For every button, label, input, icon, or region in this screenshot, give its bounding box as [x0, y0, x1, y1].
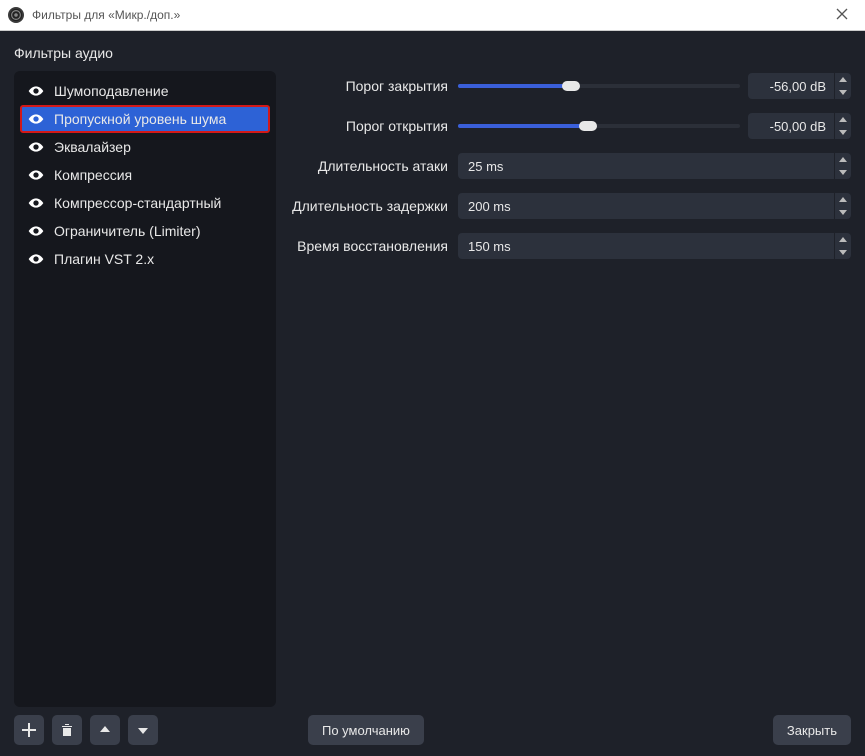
release-label: Время восстановления	[288, 238, 458, 254]
close-button[interactable]: Закрыть	[773, 715, 851, 745]
attack-value[interactable]: 25 ms	[458, 153, 834, 179]
filter-equalizer[interactable]: Эквалайзер	[20, 133, 270, 161]
footer-toolbar: По умолчанию Закрыть	[0, 704, 865, 756]
visibility-icon[interactable]	[28, 167, 44, 183]
obs-logo-icon	[8, 7, 24, 23]
open-threshold-slider[interactable]	[458, 124, 740, 128]
stepper-down-icon[interactable]	[835, 206, 851, 219]
stepper-down-icon[interactable]	[835, 126, 851, 139]
filter-label: Ограничитель (Limiter)	[54, 223, 201, 239]
visibility-icon[interactable]	[28, 111, 44, 127]
visibility-icon[interactable]	[28, 83, 44, 99]
open-threshold-label: Порог открытия	[288, 118, 458, 134]
stepper-up-icon[interactable]	[835, 233, 851, 246]
slider-fill	[458, 84, 571, 88]
close-threshold-value[interactable]: -56,00 dB	[748, 73, 834, 99]
filter-vst[interactable]: Плагин VST 2.x	[20, 245, 270, 273]
stepper-up-icon[interactable]	[835, 193, 851, 206]
filter-noise-suppression[interactable]: Шумоподавление	[20, 77, 270, 105]
visibility-icon[interactable]	[28, 195, 44, 211]
close-threshold-slider[interactable]	[458, 84, 740, 88]
filter-compression[interactable]: Компрессия	[20, 161, 270, 189]
filter-noise-gate[interactable]: Пропускной уровень шума	[20, 105, 270, 133]
section-header: Фильтры аудио	[0, 31, 865, 71]
stepper-up-icon[interactable]	[835, 153, 851, 166]
add-filter-button[interactable]	[14, 715, 44, 745]
close-threshold-label: Порог закрытия	[288, 78, 458, 94]
visibility-icon[interactable]	[28, 251, 44, 267]
filter-label: Эквалайзер	[54, 139, 131, 155]
close-threshold-stepper[interactable]	[834, 73, 851, 99]
stepper-down-icon[interactable]	[835, 166, 851, 179]
release-stepper[interactable]	[834, 233, 851, 259]
attack-label: Длительность атаки	[288, 158, 458, 174]
stepper-up-icon[interactable]	[835, 113, 851, 126]
defaults-button[interactable]: По умолчанию	[308, 715, 424, 745]
open-threshold-value[interactable]: -50,00 dB	[748, 113, 834, 139]
visibility-icon[interactable]	[28, 223, 44, 239]
titlebar: Фильтры для «Микр./доп.»	[0, 0, 865, 31]
window-title: Фильтры для «Микр./доп.»	[32, 8, 827, 22]
slider-thumb[interactable]	[579, 121, 597, 131]
hold-label: Длительность задержки	[288, 198, 458, 214]
move-up-button[interactable]	[90, 715, 120, 745]
move-down-button[interactable]	[128, 715, 158, 745]
filter-label: Компрессор-стандартный	[54, 195, 221, 211]
release-value[interactable]: 150 ms	[458, 233, 834, 259]
stepper-up-icon[interactable]	[835, 73, 851, 86]
remove-filter-button[interactable]	[52, 715, 82, 745]
filter-compressor-std[interactable]: Компрессор-стандартный	[20, 189, 270, 217]
filter-label: Шумоподавление	[54, 83, 169, 99]
hold-value[interactable]: 200 ms	[458, 193, 834, 219]
hold-stepper[interactable]	[834, 193, 851, 219]
visibility-icon[interactable]	[28, 139, 44, 155]
slider-fill	[458, 124, 588, 128]
stepper-down-icon[interactable]	[835, 246, 851, 259]
stepper-down-icon[interactable]	[835, 86, 851, 99]
filter-label: Плагин VST 2.x	[54, 251, 154, 267]
close-window-button[interactable]	[827, 7, 857, 23]
slider-thumb[interactable]	[562, 81, 580, 91]
filter-list: Шумоподавление Пропускной уровень шума Э…	[14, 71, 276, 707]
open-threshold-stepper[interactable]	[834, 113, 851, 139]
filter-label: Пропускной уровень шума	[54, 111, 226, 127]
filter-settings-panel: Порог закрытия -56,00 dB Порог открытия	[288, 71, 851, 707]
filter-limiter[interactable]: Ограничитель (Limiter)	[20, 217, 270, 245]
filter-label: Компрессия	[54, 167, 132, 183]
attack-stepper[interactable]	[834, 153, 851, 179]
